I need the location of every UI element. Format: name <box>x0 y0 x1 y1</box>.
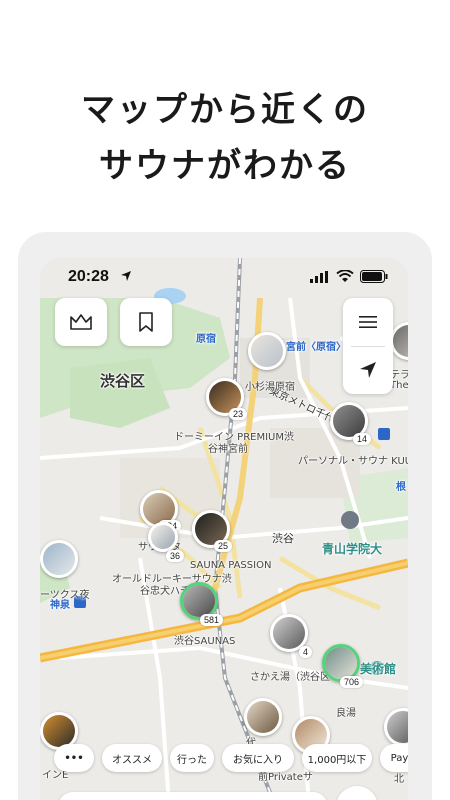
location-arrow-icon <box>121 271 131 281</box>
hokkai-label: ーツクス夜 <box>40 590 90 601</box>
shibuya-saunas-label: 渋谷SAUNAS <box>174 636 236 647</box>
map-controls <box>343 298 393 394</box>
more-chip[interactable]: ••• <box>54 744 94 772</box>
dormy-label-2: 谷神宮前 <box>208 444 248 455</box>
aoyama-label: 青山学院大 <box>322 542 383 556</box>
visited-chip[interactable]: 行った <box>170 744 214 772</box>
shibuya-label: 渋谷 <box>272 532 294 545</box>
pin-count-badge: 36 <box>166 550 185 562</box>
signal-icon <box>310 271 328 283</box>
headline-line2: サウナがわかる <box>99 146 351 186</box>
wifi-icon <box>336 270 354 282</box>
battery-icon <box>360 270 388 283</box>
harajuku-label: 原宿 <box>196 334 216 345</box>
crown-icon <box>70 314 92 330</box>
price-chip[interactable]: 1,000円以下 <box>302 744 372 772</box>
menu-button[interactable] <box>343 298 393 346</box>
ranking-button[interactable] <box>55 298 107 346</box>
harajuku-front-label: 宮前〈原宿〉 <box>286 342 346 353</box>
sauna-pin[interactable] <box>40 540 78 578</box>
phone-screen: 渋谷区 原宿 宮前〈原宿〉 東京メトロ千代 小杉湯原宿 ドーミーイン PREMI… <box>40 258 408 800</box>
search-bar[interactable] <box>58 792 328 800</box>
pin-count-badge: 4 <box>299 646 313 658</box>
favorite-chip[interactable]: お気に入り <box>222 744 294 772</box>
filter-chips: ••• オススメ 行った お気に入り 1,000円以下 Pay_ <box>54 744 408 772</box>
sakaeyu-label: さかえ湯（渋谷区 <box>250 672 330 683</box>
bookmark-icon <box>139 312 153 332</box>
pin-count-badge: 581 <box>200 614 224 626</box>
status-bar: 20:28 <box>40 258 408 298</box>
headline: マップから近くの サウナがわかる <box>0 82 450 194</box>
pin-count-badge: 23 <box>229 408 248 420</box>
sauna-pin[interactable] <box>244 698 282 736</box>
root-label: 根 <box>396 482 406 493</box>
kosugiyu-label: 小杉湯原宿 <box>245 382 295 393</box>
museum-label: 美術館 <box>360 662 397 676</box>
pin-count-badge: 25 <box>214 540 233 552</box>
sauna-pin[interactable] <box>248 332 286 370</box>
headline-line1: マップから近くの <box>81 90 369 130</box>
pin-count-badge: 706 <box>340 676 364 688</box>
recommend-chip[interactable]: オススメ <box>102 744 162 772</box>
sauna-pin-36[interactable] <box>148 522 178 552</box>
bookmark-button[interactable] <box>120 298 172 346</box>
district-label: 渋谷区 <box>100 372 146 390</box>
personal-sauna-label: パーソナル・サウナ KUU <box>298 456 408 467</box>
kita-label: 北 <box>394 774 404 785</box>
pin-count-badge: 14 <box>353 433 372 445</box>
navigation-arrow-icon <box>360 362 376 378</box>
good-yu-label: 良湯 <box>336 708 356 719</box>
status-time: 20:28 <box>68 268 109 285</box>
menu-icon <box>359 316 377 328</box>
pay-chip[interactable]: Pay_ <box>380 744 408 772</box>
current-location-button[interactable] <box>343 346 393 394</box>
